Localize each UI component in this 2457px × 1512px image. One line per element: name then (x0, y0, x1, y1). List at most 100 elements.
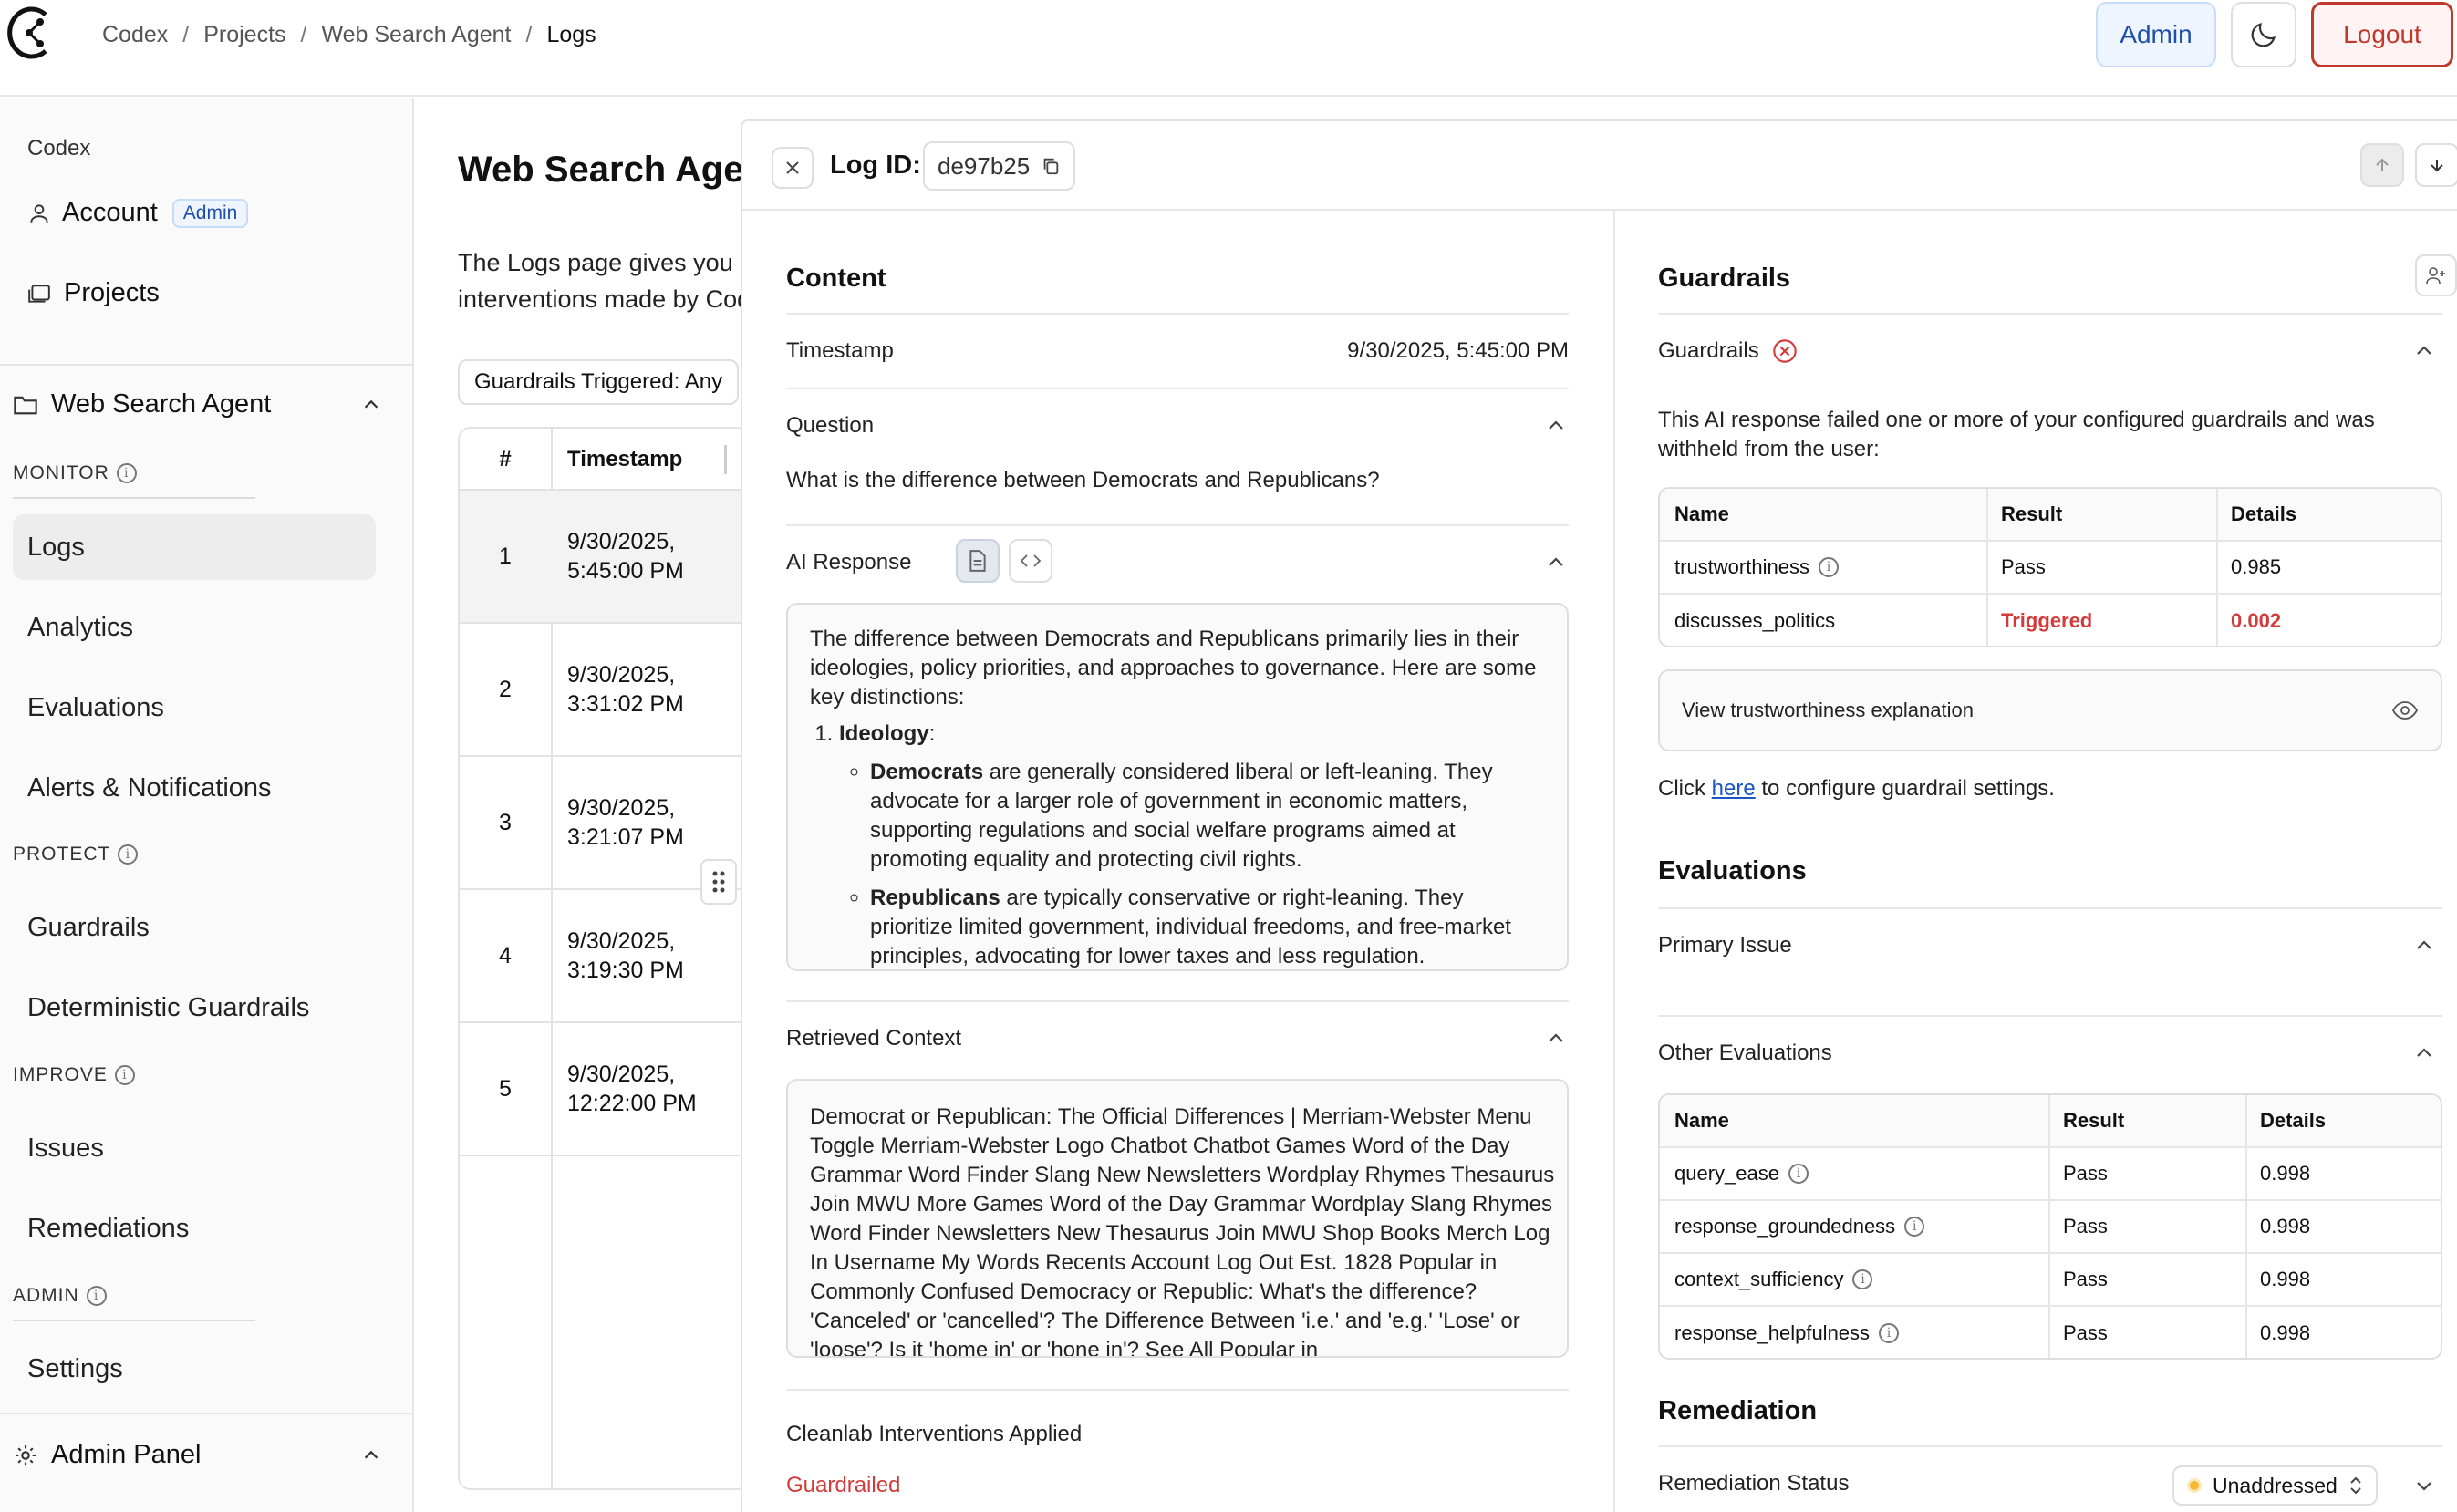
remediation-status-select[interactable]: Unaddressed (2172, 1465, 2378, 1506)
next-log-button[interactable] (2415, 143, 2457, 187)
sidebar-item-analytics[interactable]: Analytics (13, 595, 376, 660)
section-admin: ADMIN i (13, 1285, 107, 1307)
view-trustworthiness-explanation[interactable]: View trustworthiness explanation (1658, 669, 2442, 751)
chevron-up-icon (364, 1450, 378, 1459)
chevron-up-icon[interactable] (2413, 935, 2435, 957)
sidebar-item-guardrails[interactable]: Guardrails (13, 895, 376, 960)
log-id-value: de97b25 (938, 151, 1031, 180)
section-monitor: MONITOR i (13, 462, 137, 484)
section-protect: PROTECT i (13, 844, 139, 865)
sidebar: Codex Account Admin Projects Web Search … (0, 98, 414, 1512)
previous-log-button[interactable] (2360, 143, 2404, 187)
chevron-up-icon[interactable] (1545, 415, 1567, 437)
sidebar-item-settings[interactable]: Settings (13, 1336, 376, 1402)
table-row: context_sufficiency i Pass 0.998 (1660, 1254, 2441, 1307)
config-prefix: Click (1658, 776, 1712, 801)
sidebar-item-projects[interactable]: Projects (27, 278, 160, 308)
primary-issue-label: Primary Issue (1658, 933, 1792, 958)
breadcrumb-projects[interactable]: Projects (203, 22, 285, 48)
assign-user-button[interactable] (2415, 254, 2457, 296)
sidebar-item-evaluations[interactable]: Evaluations (13, 675, 376, 740)
table-row[interactable]: 5 9/30/2025, 12:22:00 PM (460, 1023, 748, 1156)
guardrails-filter[interactable]: Guardrails Triggered: Any (458, 359, 740, 405)
theme-toggle-button[interactable] (2231, 2, 2296, 67)
eval-score: 0.998 (2260, 1268, 2311, 1290)
divider (1658, 907, 2442, 909)
breadcrumb: Codex / Projects / Web Search Agent / Lo… (102, 21, 596, 48)
content-heading: Content (786, 264, 886, 293)
account-label: Account (62, 198, 158, 227)
code-view-button[interactable] (1009, 539, 1052, 583)
sidebar-divider (0, 1413, 412, 1414)
ai-response-box: The difference between Democrats and Rep… (786, 603, 1569, 971)
section-rule (13, 1320, 255, 1321)
sidebar-item-logs[interactable]: Logs (13, 514, 376, 580)
document-view-button[interactable] (956, 539, 1000, 583)
guardrail-score: 0.985 (2231, 555, 2282, 578)
col-result: Result (2001, 502, 2063, 525)
table-row[interactable]: 1 9/30/2025, 5:45:00 PM (460, 491, 748, 624)
guardrail-score: 0.002 (2231, 609, 2282, 632)
table-row[interactable]: 2 9/30/2025, 3:31:02 PM (460, 624, 748, 757)
info-icon[interactable]: i (1904, 1217, 1925, 1237)
response-bold: Democrats (870, 760, 984, 784)
view-explanation-label: View trustworthiness explanation (1682, 699, 1974, 721)
chevron-up-icon[interactable] (1545, 1028, 1567, 1050)
desc-line: The Logs page gives you (458, 249, 733, 276)
admin-button[interactable]: Admin (2096, 2, 2216, 67)
eval-name: query_ease (1674, 1162, 1779, 1185)
configure-guardrails-link[interactable]: here (1712, 776, 1756, 801)
copy-icon[interactable] (1041, 156, 1061, 176)
sidebar-item-remediations[interactable]: Remediations (13, 1196, 376, 1261)
divider (1658, 1015, 2442, 1017)
col-timestamp[interactable]: Timestamp (567, 447, 682, 472)
eval-result: Pass (2063, 1162, 2108, 1185)
code-icon (1020, 554, 1042, 567)
chevron-up-icon (364, 399, 378, 409)
user-plus-icon (2426, 267, 2445, 285)
info-icon[interactable]: i (1818, 557, 1839, 577)
divider (1658, 313, 2442, 315)
close-panel-button[interactable] (772, 147, 814, 189)
info-icon: i (116, 463, 137, 483)
project-selector[interactable]: Web Search Agent (13, 389, 381, 419)
interventions-value: Guardrailed (786, 1473, 901, 1497)
breadcrumb-codex[interactable]: Codex (102, 22, 168, 48)
guardrail-name: trustworthiness (1674, 555, 1809, 578)
chevron-up-icon[interactable] (2413, 1042, 2435, 1064)
admin-panel-toggle[interactable]: Admin Panel (13, 1440, 381, 1470)
grip-icon (712, 871, 725, 893)
sidebar-item-account[interactable]: Account Admin (27, 198, 249, 228)
info-icon[interactable]: i (1788, 1164, 1809, 1184)
sidebar-item-alerts[interactable]: Alerts & Notifications (13, 755, 376, 821)
projects-label: Projects (64, 278, 160, 307)
col-number: # (499, 447, 512, 471)
cleanlab-logo-icon[interactable] (4, 2, 55, 64)
info-icon[interactable]: i (1852, 1269, 1873, 1289)
table-row: response_groundedness i Pass 0.998 (1660, 1201, 2441, 1254)
log-id-chip[interactable]: de97b25 (923, 141, 1076, 191)
remediation-heading: Remediation (1658, 1396, 1818, 1425)
config-suffix: to configure guardrail settings. (1755, 776, 2055, 801)
breadcrumb-project[interactable]: Web Search Agent (321, 22, 511, 48)
chevron-down-icon[interactable] (2413, 1475, 2435, 1496)
panel-resize-handle[interactable] (700, 859, 737, 905)
remediation-status-label: Remediation Status (1658, 1471, 1850, 1496)
chevron-up-icon[interactable] (1545, 552, 1567, 574)
col-result: Result (2063, 1109, 2125, 1132)
table-row[interactable]: 4 9/30/2025, 3:19:30 PM (460, 890, 748, 1023)
configure-guardrails-text: Click here to configure guardrail settin… (1658, 776, 2055, 802)
sidebar-item-deterministic-guardrails[interactable]: Deterministic Guardrails (13, 975, 376, 1041)
chevron-up-icon[interactable] (2413, 340, 2435, 362)
sidebar-item-issues[interactable]: Issues (13, 1115, 376, 1181)
logout-button[interactable]: Logout (2311, 2, 2453, 67)
column-resizer[interactable] (724, 445, 727, 474)
interventions-label: Cleanlab Interventions Applied (786, 1422, 1083, 1446)
info-icon: i (114, 1065, 135, 1085)
col-name: Name (1674, 1109, 1729, 1132)
response-item-title: Ideology (839, 721, 929, 746)
close-icon (786, 161, 799, 174)
eval-score: 0.998 (2260, 1215, 2311, 1238)
table-row: discusses_politics Triggered 0.002 (1660, 595, 2441, 646)
info-icon[interactable]: i (1879, 1323, 1900, 1343)
